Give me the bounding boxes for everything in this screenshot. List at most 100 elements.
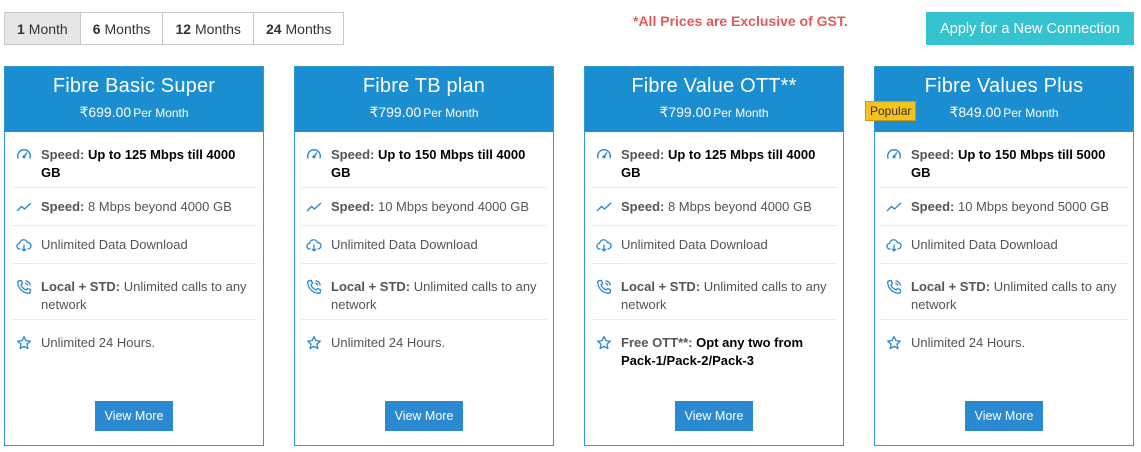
feature-value: 10 Mbps beyond 5000 GB: [957, 199, 1110, 214]
feature-item: Unlimited Data Download: [591, 226, 837, 264]
tab-unit: Month: [28, 20, 68, 37]
gst-note: *All Prices are Exclusive of GST.: [633, 13, 848, 29]
feature-text: Unlimited 24 Hours.: [41, 334, 155, 352]
feature-value: Unlimited 24 Hours.: [41, 335, 156, 350]
plan-name: Fibre Basic Super: [52, 75, 216, 97]
trend-line-icon: [305, 198, 323, 216]
tab-unit: Months: [285, 20, 332, 37]
feature-text: Speed: 10 Mbps beyond 5000 GB: [911, 198, 1109, 216]
plan-price: ₹799.00: [369, 104, 422, 120]
plan-card: Fibre Value OTT** ₹799.00 Per Month Speed: …: [584, 66, 844, 446]
star-icon: [305, 334, 323, 352]
plan-header: Fibre Basic Super ₹699.00 Per Month: [5, 67, 263, 132]
feature-value: Unlimited Data Download: [621, 237, 768, 252]
feature-text: Unlimited Data Download: [331, 236, 478, 254]
feature-item: Local + STD: Unlimited calls to any netw…: [11, 264, 257, 320]
per-month-label: Per Month: [1003, 106, 1059, 120]
feature-text: Unlimited Data Download: [621, 236, 768, 254]
plan-price: ₹699.00: [79, 104, 132, 120]
plan-price: ₹799.00: [659, 104, 712, 120]
speedometer-icon: [595, 146, 613, 164]
feature-item: Unlimited 24 Hours.: [11, 320, 257, 376]
tab-number: 24: [265, 20, 282, 37]
feature-item: Speed: 10 Mbps beyond 4000 GB: [301, 188, 547, 226]
feature-value: 8 Mbps beyond 4000 GB: [667, 199, 812, 214]
feature-value: Unlimited 24 Hours.: [911, 335, 1026, 350]
feature-label: Speed:: [331, 199, 375, 214]
plan-name: Fibre Value OTT**: [631, 75, 797, 97]
feature-text: Speed: Up to 125 Mbps till 4000 GB: [621, 146, 833, 182]
feature-value: 8 Mbps beyond 4000 GB: [87, 199, 232, 214]
feature-label: Local + STD:: [41, 279, 121, 294]
feature-text: Local + STD: Unlimited calls to any netw…: [331, 278, 543, 314]
phone-call-icon: [595, 278, 613, 296]
phone-call-icon: [305, 278, 323, 296]
feature-text: Unlimited Data Download: [911, 236, 1058, 254]
plan-card: Fibre TB plan ₹799.00 Per Month Speed: Up t…: [294, 66, 554, 446]
feature-item: Speed: Up to 150 Mbps till 4000 GB: [301, 132, 547, 188]
feature-label: Free OTT**:: [621, 335, 693, 350]
view-more-button[interactable]: View More: [675, 401, 753, 431]
view-more-button[interactable]: View More: [385, 401, 463, 431]
feature-text: Speed: 10 Mbps beyond 4000 GB: [331, 198, 529, 216]
tab-number: 1: [17, 20, 25, 37]
plan-name: Fibre TB plan: [362, 75, 486, 97]
feature-item: Unlimited Data Download: [11, 226, 257, 264]
feature-item: Unlimited Data Download: [301, 226, 547, 264]
plan-card: Fibre Values Plus ₹849.00 Per Month Popular…: [865, 66, 1134, 446]
trend-line-icon: [595, 198, 613, 216]
feature-text: Speed: Up to 150 Mbps till 5000 GB: [911, 146, 1123, 182]
feature-item: Free OTT**: Opt any two from Pack-1/Pack…: [591, 320, 837, 376]
plan-price: ₹849.00: [949, 104, 1002, 120]
cloud-download-icon: [15, 236, 33, 254]
speedometer-icon: [15, 146, 33, 164]
phone-call-icon: [15, 278, 33, 296]
tab-1-month[interactable]: 1 Month: [4, 12, 81, 45]
feature-value: Unlimited Data Download: [911, 237, 1058, 252]
feature-list: Speed: Up to 150 Mbps till 4000 GB Speed:…: [295, 132, 553, 376]
feature-label: Speed:: [331, 147, 375, 162]
plan-header: Fibre Values Plus ₹849.00 Per Month Popular: [865, 67, 1133, 132]
cloud-download-icon: [885, 236, 903, 254]
tab-number: 6: [92, 20, 101, 37]
feature-item: Unlimited Data Download: [881, 226, 1127, 264]
duration-tabs: 1 Month 6 Months 12 Months 24 Months: [4, 12, 345, 45]
view-more-button[interactable]: View More: [965, 401, 1043, 431]
feature-text: Free OTT**: Opt any two from Pack-1/Pack…: [621, 334, 833, 370]
cloud-download-icon: [595, 236, 613, 254]
feature-item: Unlimited 24 Hours.: [301, 320, 547, 376]
feature-label: Speed:: [621, 199, 665, 214]
feature-label: Speed:: [41, 147, 85, 162]
apply-new-connection-button[interactable]: Apply for a New Connection: [926, 12, 1134, 45]
plan-price-line: ₹799.00 Per Month: [585, 104, 843, 121]
tab-6-months[interactable]: 6 Months: [79, 12, 164, 45]
trend-line-icon: [885, 198, 903, 216]
feature-item: Speed: 8 Mbps beyond 4000 GB: [11, 188, 257, 226]
feature-label: Speed:: [41, 199, 85, 214]
trend-line-icon: [15, 198, 33, 216]
per-month-label: Per Month: [423, 106, 479, 120]
phone-call-icon: [885, 278, 903, 296]
plan-price-line: ₹699.00 Per Month: [5, 104, 263, 121]
per-month-label: Per Month: [133, 106, 189, 120]
popular-badge: Popular: [865, 101, 917, 121]
feature-text: Local + STD: Unlimited calls to any netw…: [41, 278, 253, 314]
view-more-button[interactable]: View More: [95, 401, 173, 431]
feature-item: Speed: Up to 125 Mbps till 4000 GB: [591, 132, 837, 188]
tab-12-months[interactable]: 12 Months: [162, 12, 254, 45]
feature-label: Speed:: [911, 147, 955, 162]
feature-list: Speed: Up to 150 Mbps till 5000 GB Speed:…: [875, 132, 1133, 376]
feature-text: Unlimited 24 Hours.: [911, 334, 1025, 352]
feature-text: Speed: Up to 125 Mbps till 4000 GB: [41, 146, 253, 182]
tab-24-months[interactable]: 24 Months: [252, 12, 345, 45]
feature-text: Speed: Up to 150 Mbps till 4000 GB: [331, 146, 543, 182]
feature-item: Local + STD: Unlimited calls to any netw…: [881, 264, 1127, 320]
star-icon: [885, 334, 903, 352]
feature-text: Unlimited Data Download: [41, 236, 188, 254]
plan-card: Fibre Basic Super ₹699.00 Per Month Speed: …: [4, 66, 264, 446]
feature-value: 10 Mbps beyond 4000 GB: [377, 199, 530, 214]
plan-header: Fibre Value OTT** ₹799.00 Per Month: [585, 67, 843, 132]
star-icon: [15, 334, 33, 352]
feature-label: Speed:: [621, 147, 665, 162]
feature-value: Unlimited 24 Hours.: [331, 335, 446, 350]
